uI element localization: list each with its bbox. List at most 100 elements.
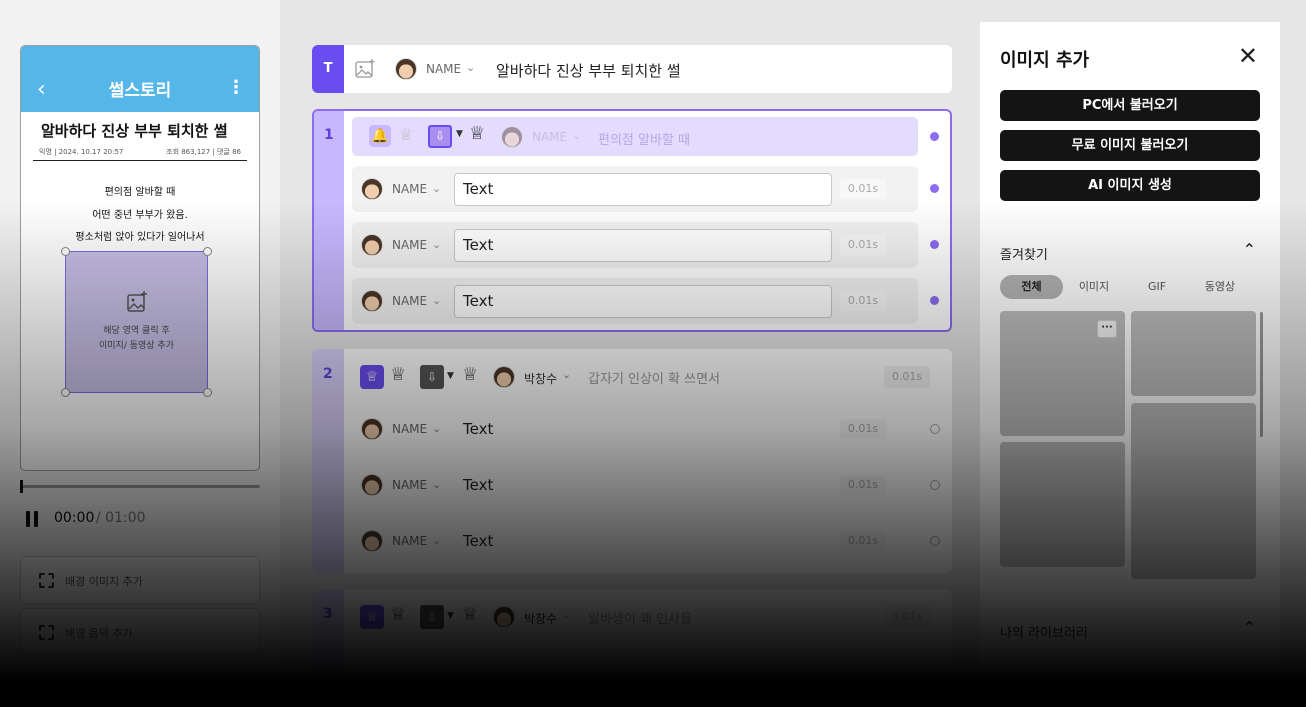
duration-badge[interactable]: 0.01s xyxy=(840,475,886,495)
load-free-image-button[interactable]: 무료 이미지 불러오기 xyxy=(1000,130,1260,161)
tab-image[interactable]: 이미지 xyxy=(1064,275,1124,299)
favorite-thumbnail[interactable] xyxy=(1131,311,1256,396)
avatar[interactable] xyxy=(361,474,383,496)
speaker-name[interactable]: NAME xyxy=(392,422,427,436)
tab-video[interactable]: 동영상 xyxy=(1190,275,1250,299)
duration-badge[interactable]: 0.01s xyxy=(840,419,886,439)
chevron-down-icon[interactable]: ⌄ xyxy=(432,238,441,251)
download-box-icon[interactable]: ⇩ xyxy=(420,365,444,389)
avatar[interactable] xyxy=(361,418,383,440)
chevron-down-icon[interactable]: ⌄ xyxy=(432,534,441,547)
dialogue-row[interactable]: NAME ⌄ Text 0.01s xyxy=(352,406,918,452)
duration-badge[interactable]: 0.01s xyxy=(840,179,886,199)
bell-outline-icon[interactable]: ♕ xyxy=(390,604,406,625)
chevron-up-icon[interactable]: ⌃ xyxy=(1243,240,1256,259)
chevron-down-icon[interactable]: ⌄ xyxy=(432,478,441,491)
scene-line-text[interactable]: 편의점 알바할 때 xyxy=(598,129,690,148)
duration-badge[interactable]: 0.01s xyxy=(884,606,930,628)
avatar[interactable] xyxy=(395,58,417,80)
avatar[interactable] xyxy=(361,234,383,256)
avatar[interactable] xyxy=(361,290,383,312)
bell-icon[interactable]: ♕ xyxy=(462,364,478,385)
chevron-down-icon[interactable]: ⌄ xyxy=(562,608,571,621)
dialogue-row[interactable]: NAME ⌄ Text 0.01s xyxy=(352,278,918,324)
dialogue-text-input[interactable]: Text xyxy=(454,413,832,446)
library-thumbnail[interactable] xyxy=(1000,694,1116,707)
close-icon[interactable]: ✕ xyxy=(1238,44,1258,68)
timeline-playhead[interactable] xyxy=(20,480,23,493)
bell-icon[interactable]: ♕ xyxy=(360,365,384,389)
speaker-name[interactable]: NAME xyxy=(392,294,427,308)
add-background-music-button[interactable]: 배경 음악 추가 xyxy=(20,608,260,656)
image-icon[interactable] xyxy=(355,59,375,79)
scene-line-text[interactable]: 알바생이 왜 인사를 xyxy=(588,608,692,627)
avatar[interactable] xyxy=(361,178,383,200)
duration-badge[interactable]: 0.01s xyxy=(840,531,886,551)
bell-icon[interactable]: ♕ xyxy=(469,123,485,144)
load-from-pc-button[interactable]: PC에서 불러오기 xyxy=(1000,90,1260,121)
resize-handle[interactable] xyxy=(203,388,212,397)
scene-head-row[interactable]: 🔔 ♕ ⇩ ▼ ♕ NAME ⌄ 편의점 알바할 때 xyxy=(352,117,918,156)
caret-down-icon[interactable]: ▼ xyxy=(456,129,463,139)
caret-down-icon[interactable]: ▼ xyxy=(447,611,454,621)
dialogue-row[interactable]: NAME ⌄ Text 0.01s xyxy=(352,166,918,212)
dialogue-text-input[interactable]: Text xyxy=(454,229,832,262)
favorites-scrollbar[interactable] xyxy=(1260,312,1263,437)
dialogue-row[interactable]: NAME ⌄ Text 0.01s xyxy=(352,518,918,564)
speaker-name[interactable]: NAME xyxy=(426,62,461,76)
chevron-down-icon[interactable]: ⌄ xyxy=(432,182,441,195)
ai-image-generate-button[interactable]: AI 이미지 생성 xyxy=(1000,170,1260,201)
download-box-icon[interactable]: ⇩ xyxy=(428,125,452,148)
resize-handle[interactable] xyxy=(61,388,70,397)
bell-outline-icon[interactable]: ♕ xyxy=(390,364,406,385)
dialogue-row[interactable]: NAME ⌄ Text 0.01s xyxy=(352,462,918,508)
speaker-name[interactable]: NAME xyxy=(392,478,427,492)
video-title[interactable]: 알바하다 진상 부부 퇴치한 썰 xyxy=(496,60,681,81)
media-drop-zone[interactable]: 해당 영역 클릭 후 이미지/ 동영상 추가 xyxy=(61,247,212,397)
favorite-thumbnail[interactable] xyxy=(1131,403,1256,579)
tab-all[interactable]: 전체 xyxy=(1000,275,1063,299)
favorite-thumbnail[interactable]: ··· xyxy=(1000,311,1125,436)
chevron-up-icon[interactable]: ⌃ xyxy=(1243,618,1256,637)
chevron-down-icon[interactable]: ⌄ xyxy=(466,61,475,74)
bell-icon[interactable]: 🔔 xyxy=(369,125,391,147)
speaker-name[interactable]: NAME xyxy=(532,130,567,144)
avatar[interactable] xyxy=(361,530,383,552)
resize-handle[interactable] xyxy=(61,247,70,256)
pause-icon[interactable] xyxy=(26,511,40,527)
tab-gif[interactable]: GIF xyxy=(1127,275,1187,299)
dialogue-text-input[interactable]: Text xyxy=(454,525,832,558)
more-vertical-icon[interactable]: ⋮ xyxy=(227,77,245,98)
dialogue-text-input[interactable]: Text xyxy=(454,173,832,206)
favorite-thumbnail[interactable] xyxy=(1000,442,1125,567)
chevron-down-icon[interactable]: ⌄ xyxy=(572,129,581,142)
resize-handle[interactable] xyxy=(203,247,212,256)
bell-outline-icon[interactable]: ♕ xyxy=(399,125,413,144)
caret-down-icon[interactable]: ▼ xyxy=(447,371,454,381)
bell-icon[interactable]: ♕ xyxy=(360,605,384,629)
speaker-name[interactable]: 박창수 xyxy=(524,370,557,387)
avatar[interactable] xyxy=(493,606,515,628)
speaker-name[interactable]: NAME xyxy=(392,182,427,196)
avatar[interactable] xyxy=(501,126,523,148)
speaker-name[interactable]: NAME xyxy=(392,534,427,548)
duration-badge[interactable]: 0.01s xyxy=(840,235,886,255)
more-icon[interactable]: ··· xyxy=(1097,320,1117,338)
speaker-name[interactable]: NAME xyxy=(392,238,427,252)
download-box-icon[interactable]: ⇩ xyxy=(420,605,444,629)
chevron-down-icon[interactable]: ⌄ xyxy=(562,368,571,381)
timeline-track[interactable] xyxy=(20,485,260,488)
dialogue-row[interactable]: NAME ⌄ Text 0.01s xyxy=(352,222,918,268)
duration-badge[interactable]: 0.01s xyxy=(840,291,886,311)
dialogue-text-input[interactable]: Text xyxy=(454,285,832,318)
chevron-down-icon[interactable]: ⌄ xyxy=(432,422,441,435)
dialogue-text-input[interactable]: Text xyxy=(454,469,832,502)
duration-badge[interactable]: 0.01s xyxy=(884,366,930,388)
avatar[interactable] xyxy=(493,366,515,388)
add-background-image-button[interactable]: 배경 이미지 추가 xyxy=(20,556,260,604)
bell-icon[interactable]: ♕ xyxy=(462,604,478,625)
speaker-name[interactable]: 박창수 xyxy=(524,610,557,627)
library-thumbnail[interactable] xyxy=(1131,694,1256,707)
scene-line-text[interactable]: 갑자기 인상이 확 쓰면서 xyxy=(588,368,720,387)
chevron-down-icon[interactable]: ⌄ xyxy=(432,294,441,307)
